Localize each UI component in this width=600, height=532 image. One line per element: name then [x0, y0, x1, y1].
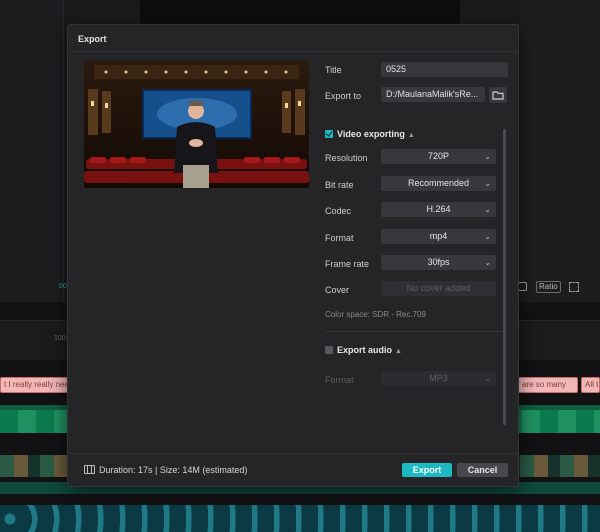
- collapse-icon[interactable]: ▲: [395, 348, 402, 355]
- caption-clip[interactable]: are so many: [518, 377, 578, 393]
- caption-clip[interactable]: t I really really need: [0, 377, 72, 393]
- export-audio-toggle[interactable]: Export audio ▲: [325, 345, 402, 355]
- fit-icon[interactable]: [518, 282, 527, 291]
- video-exporting-toggle[interactable]: Video exporting ▲: [325, 129, 415, 139]
- player-timecode: 00: [59, 283, 67, 290]
- duration-size-info: Duration: 17s | Size: 14M (estimated): [99, 465, 248, 475]
- chevron-down-icon: ⌄: [484, 232, 491, 241]
- chevron-down-icon: ⌄: [484, 152, 491, 161]
- format-value: mp4: [429, 231, 448, 241]
- browse-folder-button[interactable]: [489, 87, 507, 103]
- cover-label: Cover: [325, 285, 350, 295]
- video-exporting-heading: Video exporting: [337, 129, 405, 139]
- chevron-down-icon: ⌄: [484, 258, 491, 267]
- bitrate-label: Bit rate: [325, 180, 354, 190]
- framerate-value: 30fps: [427, 257, 450, 267]
- resolution-select[interactable]: 720P ⌄: [381, 149, 496, 164]
- audio-format-label: Format: [325, 375, 354, 385]
- audio-format-select: MP3 ⌄: [381, 371, 496, 386]
- settings-scrollbar[interactable]: [503, 129, 506, 425]
- thumbnail-image: [84, 61, 309, 188]
- audio-format-value: MP3: [429, 373, 448, 383]
- resolution-value: 720P: [427, 151, 450, 161]
- section-divider: [325, 331, 505, 332]
- codec-value: H.264: [426, 204, 451, 214]
- overlay-track-clip[interactable]: [0, 505, 600, 532]
- ratio-button[interactable]: Ratio: [536, 281, 561, 293]
- fullscreen-icon[interactable]: [569, 282, 579, 292]
- format-select[interactable]: mp4 ⌄: [381, 229, 496, 244]
- format-label: Format: [325, 233, 354, 243]
- bitrate-value: Recommended: [407, 178, 470, 188]
- collapse-icon[interactable]: ▲: [408, 132, 415, 139]
- export-path-input[interactable]: D:/MaulanaMalik'sRe...: [381, 87, 485, 102]
- audio-export-checkbox[interactable]: [325, 346, 333, 354]
- caption-clip[interactable]: All t: [581, 377, 600, 393]
- export-to-label: Export to: [325, 91, 362, 101]
- chevron-down-icon: ⌄: [484, 179, 491, 188]
- framerate-select[interactable]: 30fps ⌄: [381, 255, 496, 270]
- film-icon: [84, 465, 95, 474]
- framerate-label: Frame rate: [325, 259, 370, 269]
- cancel-button[interactable]: Cancel: [457, 463, 508, 477]
- folder-icon: [492, 91, 504, 100]
- bitrate-select[interactable]: Recommended ⌄: [381, 176, 496, 191]
- chevron-down-icon: ⌄: [484, 205, 491, 214]
- codec-select[interactable]: H.264 ⌄: [381, 202, 496, 217]
- cover-select: No cover added: [381, 281, 496, 296]
- title-label: Title: [325, 65, 342, 75]
- video-export-checkbox[interactable]: [325, 130, 333, 138]
- footer-divider: [68, 453, 518, 454]
- chevron-down-icon: ⌄: [484, 374, 491, 383]
- details-panel: [520, 0, 600, 310]
- codec-label: Codec: [325, 206, 352, 216]
- export-dialog: Export Title 0525 Export to D:/MaulanaMa…: [67, 24, 519, 487]
- color-space-info: Color space: SDR - Rec.709: [325, 310, 426, 319]
- title-input[interactable]: 0525: [381, 62, 508, 77]
- media-panel: [0, 0, 64, 310]
- export-button[interactable]: Export: [402, 463, 452, 477]
- resolution-label: Resolution: [325, 153, 368, 163]
- preview-thumbnail: [84, 61, 309, 188]
- title-divider: [68, 51, 518, 52]
- export-audio-heading: Export audio: [337, 345, 393, 355]
- dialog-title: Export: [78, 34, 107, 44]
